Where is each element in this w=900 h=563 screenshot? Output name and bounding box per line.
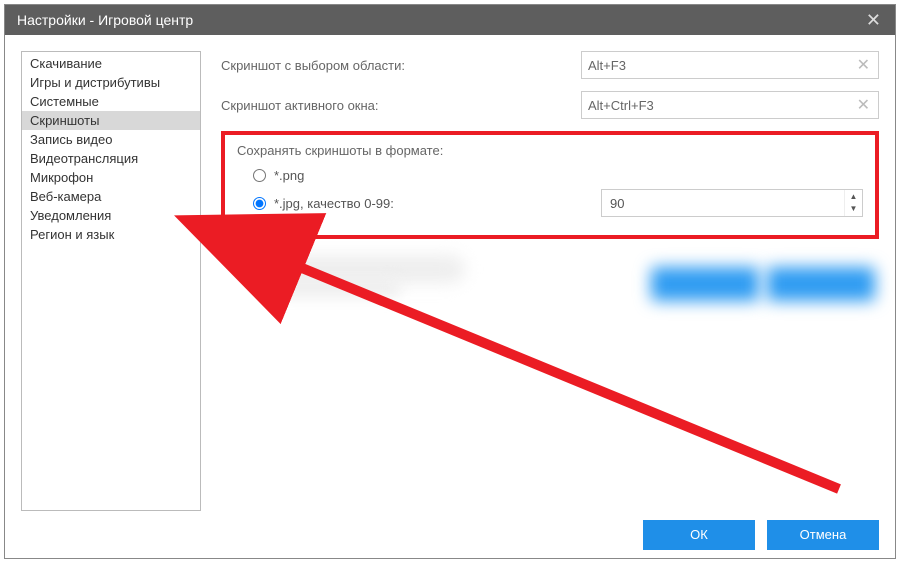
hotkey-window-row: Скриншот активного окна: ✕ [221, 91, 879, 119]
hotkey-window-input[interactable] [588, 98, 855, 113]
spinner-up-icon[interactable]: ▲ [845, 191, 862, 203]
sidebar-item-games[interactable]: Игры и дистрибутивы [22, 73, 200, 92]
radio-png-label: *.png [274, 168, 304, 183]
radio-jpg-label: *.jpg, качество 0-99: [274, 196, 394, 211]
window-title: Настройки - Игровой центр [17, 12, 864, 28]
sidebar-item-video-record[interactable]: Запись видео [22, 130, 200, 149]
clear-icon[interactable]: ✕ [855, 95, 872, 115]
sidebar-item-download[interactable]: Скачивание [22, 54, 200, 73]
format-title: Сохранять скриншоты в формате: [237, 143, 863, 158]
sidebar-item-streaming[interactable]: Видеотрансляция [22, 149, 200, 168]
footer: ОК Отмена [5, 511, 895, 558]
spinner-buttons: ▲ ▼ [844, 190, 862, 216]
cancel-button[interactable]: Отмена [767, 520, 879, 550]
sidebar-item-system[interactable]: Системные [22, 92, 200, 111]
content-area: Скачивание Игры и дистрибутивы Системные… [5, 35, 895, 511]
blurred-button [767, 267, 875, 301]
hotkey-window-label: Скриншот активного окна: [221, 98, 581, 113]
blurred-content [271, 279, 401, 297]
settings-window: Настройки - Игровой центр ✕ Скачивание И… [4, 4, 896, 559]
hotkey-area-row: Скриншот с выбором области: ✕ [221, 51, 879, 79]
blurred-region [231, 251, 881, 311]
radio-jpg[interactable]: *.jpg, качество 0-99: ▲ ▼ [253, 189, 863, 217]
sidebar-item-microphone[interactable]: Микрофон [22, 168, 200, 187]
close-icon[interactable]: ✕ [864, 10, 883, 31]
clear-icon[interactable]: ✕ [855, 55, 872, 75]
hotkey-area-input[interactable] [588, 58, 855, 73]
spinner-down-icon[interactable]: ▼ [845, 203, 862, 215]
jpg-quality-spinner[interactable]: ▲ ▼ [601, 189, 863, 217]
jpg-quality-input[interactable] [602, 190, 844, 216]
radio-png[interactable]: *.png [253, 168, 863, 183]
sidebar-item-notifications[interactable]: Уведомления [22, 206, 200, 225]
hotkey-window-input-wrap[interactable]: ✕ [581, 91, 879, 119]
hotkey-area-label: Скриншот с выбором области: [221, 58, 581, 73]
radio-png-input[interactable] [253, 169, 266, 182]
ok-button[interactable]: ОК [643, 520, 755, 550]
format-highlight-box: Сохранять скриншоты в формате: *.png *.j… [221, 131, 879, 239]
hotkey-area-input-wrap[interactable]: ✕ [581, 51, 879, 79]
blurred-button [651, 267, 759, 301]
radio-jpg-input[interactable] [253, 197, 266, 210]
sidebar-item-region-lang[interactable]: Регион и язык [22, 225, 200, 244]
sidebar: Скачивание Игры и дистрибутивы Системные… [21, 51, 201, 511]
sidebar-item-webcam[interactable]: Веб-камера [22, 187, 200, 206]
sidebar-item-screenshots[interactable]: Скриншоты [22, 111, 200, 130]
titlebar: Настройки - Игровой центр ✕ [5, 5, 895, 35]
